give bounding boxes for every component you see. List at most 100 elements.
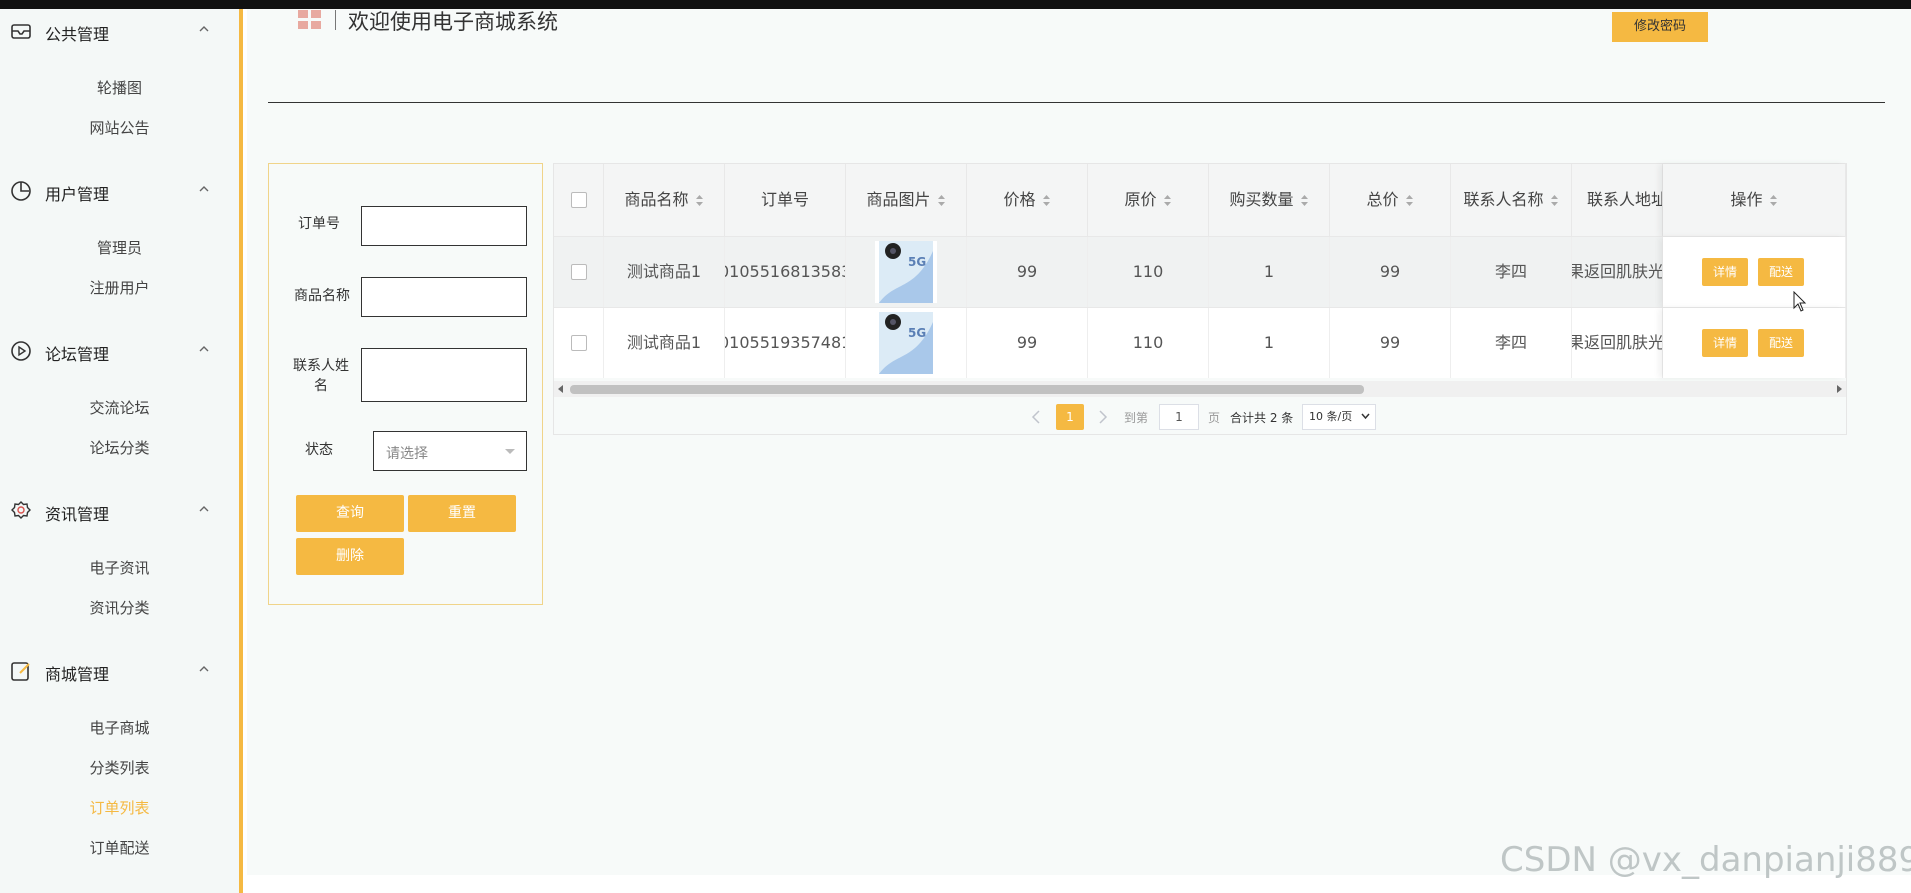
column-header-qty[interactable]: 购买数量	[1209, 164, 1330, 236]
sidebar-item-forum[interactable]: 交流论坛	[0, 397, 239, 418]
page-title: 欢迎使用电子商城系统	[348, 10, 558, 34]
sidebar-item-registered-users[interactable]: 注册用户	[0, 277, 239, 298]
column-header-address[interactable]: 联系人地址	[1572, 164, 1663, 236]
caret-down-icon	[505, 449, 515, 454]
scroll-left-arrow-icon[interactable]	[558, 385, 564, 393]
column-header-contact[interactable]: 联系人名称	[1451, 164, 1572, 236]
delete-button[interactable]: 删除	[296, 538, 404, 575]
sort-icon	[695, 195, 703, 206]
cell-ops: 详情 配送	[1663, 237, 1846, 307]
ship-button[interactable]: 配送	[1758, 329, 1804, 357]
sidebar-item-order-list[interactable]: 订单列表	[0, 797, 239, 818]
goto-page-input[interactable]: 1	[1159, 404, 1199, 430]
mail-icon	[11, 24, 31, 39]
contact-name-label: 联系人姓名	[293, 358, 349, 394]
column-header-label: 原价	[1124, 190, 1157, 209]
column-header-image[interactable]: 商品图片	[846, 164, 967, 236]
product-thumbnail: 5G	[875, 241, 937, 303]
chevron-down-icon	[1361, 413, 1370, 420]
detail-button[interactable]: 详情	[1702, 258, 1748, 286]
column-header-product[interactable]: 商品名称	[604, 164, 725, 236]
column-header-label: 操作	[1730, 190, 1763, 209]
badge-icon	[11, 501, 31, 519]
next-page-icon[interactable]	[1098, 410, 1108, 424]
sidebar-item-admins[interactable]: 管理员	[0, 237, 239, 258]
prev-page-icon[interactable]	[1031, 410, 1041, 424]
column-header-total[interactable]: 总价	[1330, 164, 1451, 236]
sidebar-group-title: 商城管理	[45, 665, 110, 684]
goto-label: 到第	[1124, 411, 1149, 425]
row-checkbox[interactable]	[571, 264, 587, 280]
cell-contact: 李四	[1451, 308, 1572, 378]
page-size-select[interactable]: 10 条/页	[1302, 404, 1376, 430]
horizontal-scrollbar[interactable]	[554, 381, 1846, 397]
product-thumbnail: 5G	[875, 312, 937, 374]
sidebar-group-public[interactable]: 公共管理	[0, 16, 239, 46]
sidebar-item-e-news[interactable]: 电子资讯	[0, 557, 239, 578]
sidebar-item-news-categories[interactable]: 资讯分类	[0, 597, 239, 618]
sidebar-group-news[interactable]: 资讯管理	[0, 496, 239, 526]
sidebar-group-forum[interactable]: 论坛管理	[0, 336, 239, 366]
status-label: 状态	[305, 442, 333, 458]
ship-button[interactable]: 配送	[1758, 258, 1804, 286]
reset-button[interactable]: 重置	[408, 495, 516, 532]
query-button[interactable]: 查询	[296, 495, 404, 532]
sort-icon	[1769, 195, 1777, 206]
sidebar-item-announcements[interactable]: 网站公告	[0, 117, 239, 138]
column-header-ops[interactable]: 操作	[1663, 164, 1846, 236]
product-name-input[interactable]	[361, 277, 527, 317]
chevron-up-icon	[199, 346, 209, 352]
sidebar-group-users[interactable]: 用户管理	[0, 176, 239, 206]
sidebar-item-category-list[interactable]: 分类列表	[0, 757, 239, 778]
detail-button[interactable]: 详情	[1702, 329, 1748, 357]
status-select[interactable]: 请选择	[373, 431, 527, 471]
cell-original-price: 110	[1088, 308, 1209, 378]
thumbnail-badge: 5G	[908, 326, 926, 340]
play-circle-icon	[11, 341, 31, 361]
cell-contact: 李四	[1451, 237, 1572, 307]
column-header-label: 总价	[1366, 190, 1399, 209]
scroll-right-arrow-icon[interactable]	[1836, 385, 1842, 393]
header-select-all-cell	[554, 164, 604, 236]
row-select-cell	[554, 308, 604, 378]
column-header-price[interactable]: 价格	[967, 164, 1088, 236]
sort-icon	[1300, 195, 1308, 206]
change-password-button[interactable]: 修改密码	[1612, 12, 1708, 42]
status-placeholder: 请选择	[386, 446, 428, 462]
sidebar-group-title: 论坛管理	[45, 345, 110, 364]
page-number-current[interactable]: 1	[1056, 404, 1084, 430]
thumbnail-badge: 5G	[908, 255, 926, 269]
page-suffix: 页	[1208, 411, 1221, 425]
select-all-checkbox[interactable]	[571, 192, 587, 208]
sidebar: 公共管理 轮播图 网站公告 用户管理 管理员 注册用户 论坛管理 交流论坛 论坛…	[0, 9, 243, 893]
sidebar-item-e-mall[interactable]: 电子商城	[0, 717, 239, 738]
sort-icon	[1042, 195, 1050, 206]
column-header-order-no[interactable]: 订单号	[725, 164, 846, 236]
sidebar-group-mall[interactable]: 商城管理	[0, 656, 239, 686]
grid-icon	[298, 10, 321, 29]
cell-original-price: 110	[1088, 237, 1209, 307]
column-header-label: 购买数量	[1229, 190, 1294, 209]
cell-qty: 1	[1209, 308, 1330, 378]
sort-icon	[1550, 195, 1558, 206]
contact-name-input[interactable]	[361, 348, 527, 402]
chevron-up-icon	[199, 666, 209, 672]
sidebar-group-title: 资讯管理	[45, 505, 110, 524]
row-checkbox[interactable]	[571, 335, 587, 351]
chevron-up-icon	[199, 186, 209, 192]
title-separator	[335, 10, 336, 30]
sidebar-item-carousel[interactable]: 轮播图	[0, 77, 239, 98]
sidebar-group-title: 公共管理	[45, 25, 110, 44]
cell-address: 果返回肌肤光	[1572, 308, 1663, 378]
order-no-input[interactable]	[361, 206, 527, 246]
sidebar-item-order-delivery[interactable]: 订单配送	[0, 837, 239, 858]
column-header-label: 商品名称	[624, 190, 689, 209]
cell-order-no: 01055168135836	[725, 237, 846, 307]
header-divider	[268, 102, 1885, 103]
scrollbar-thumb[interactable]	[570, 385, 1364, 394]
column-header-original[interactable]: 原价	[1088, 164, 1209, 236]
search-panel: 订单号 商品名称 联系人姓名 状态 请选择 查询 重置 删除	[268, 163, 543, 605]
cell-order-no: 01055193574819	[725, 308, 846, 378]
sidebar-item-forum-categories[interactable]: 论坛分类	[0, 437, 239, 458]
column-header-label: 商品图片	[866, 190, 931, 209]
